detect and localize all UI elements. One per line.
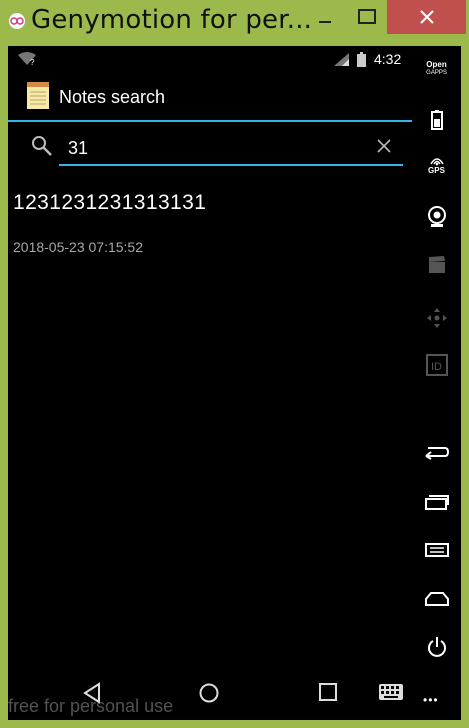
sidebar-home-button[interactable] [412,592,461,606]
sidebar-power-button[interactable] [412,636,461,658]
search-icon [32,136,52,156]
recent-apps-icon[interactable] [318,682,338,702]
menu-icon [424,543,449,557]
notes-app-icon [27,82,49,109]
sidebar-menu-button[interactable] [412,543,461,557]
recent-apps-icon [424,495,449,510]
device-id-widget-button[interactable]: ID [412,354,461,376]
battery-icon [357,52,366,67]
signal-icon [334,53,349,66]
window-titlebar: Genymotion for per... [0,0,469,40]
gps-icon [429,158,444,166]
open-gapps-button[interactable]: Open GAPPS [412,60,461,78]
keyboard-icon[interactable] [379,684,403,700]
wifi-icon: ? [18,52,36,66]
webcam-widget-button[interactable] [412,206,461,228]
maximize-icon [358,9,376,24]
genymotion-logo-icon [9,13,25,29]
home-icon[interactable] [198,682,220,704]
svg-text:ID: ID [431,361,442,373]
android-screen: ? 4:32 Notes search 31 1231231231313131 … [8,46,412,720]
window-title: Genymotion for per... [31,5,313,35]
result-note-date: 2018-05-23 07:15:52 [13,239,143,255]
status-bar: ? 4:32 [8,46,412,72]
close-icon [419,10,434,24]
minimize-icon [319,21,331,23]
dpad-widget-button[interactable] [412,307,461,329]
power-icon [427,637,446,657]
more-icon[interactable]: ••• [423,693,439,707]
battery-widget-button[interactable] [412,110,461,130]
genymotion-sidebar: Open GAPPS GPS ID ••• [412,46,461,720]
watermark: free for personal use [8,696,174,716]
search-input[interactable]: 31 [59,130,403,166]
dpad-icon [426,308,447,328]
clapperboard-icon [428,256,445,273]
clear-search-icon[interactable] [377,139,391,153]
battery-icon [430,110,443,130]
gps-label: GPS [428,166,445,175]
back-icon [424,447,449,460]
open-gapps-icon: Open GAPPS [426,60,447,76]
minimize-button[interactable] [302,0,348,34]
capture-widget-button[interactable] [412,256,461,274]
search-input-value: 31 [68,138,89,158]
action-bar-title: Notes search [59,87,166,107]
home-icon [424,592,449,606]
close-button[interactable] [387,0,466,34]
id-icon: ID [425,354,448,376]
result-note-title[interactable]: 1231231231313131 [13,191,206,215]
action-bar: Notes search [8,72,412,122]
status-time: 4:32 [374,51,402,67]
gps-widget-button[interactable]: GPS [412,156,461,175]
svg-text:?: ? [30,58,35,66]
webcam-icon [427,206,446,227]
sidebar-back-button[interactable] [412,444,461,460]
search-bar: 31 [8,124,412,168]
maximize-button[interactable] [348,0,386,34]
sidebar-recent-apps-button[interactable] [412,494,461,510]
